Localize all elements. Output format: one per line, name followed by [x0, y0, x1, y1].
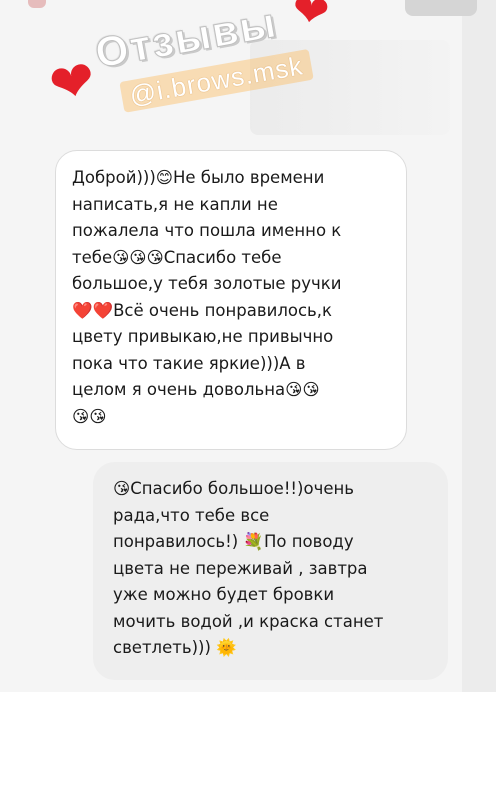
outgoing-message-bubble: 😘Спасибо большое!!)очень рада,что тебе в…	[93, 462, 448, 680]
top-left-mark	[28, 0, 46, 8]
top-corner-shape	[405, 0, 477, 16]
heart-sticker-top: ❤	[288, 0, 333, 40]
screenshot-edge	[462, 0, 496, 692]
incoming-message-bubble: Доброй)))😊Не было времени написать,я не …	[55, 150, 407, 450]
